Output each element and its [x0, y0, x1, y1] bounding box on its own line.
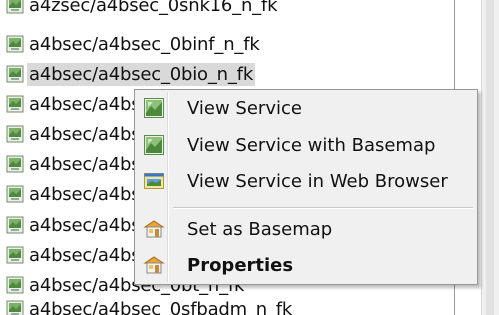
list-item[interactable]: a4bsec/a4bsec_0sfbadm_n_fk — [6, 296, 292, 315]
map-service-icon — [6, 246, 24, 264]
item-label: a4zsec/a4bsec_0snk16_n_fk — [29, 0, 278, 16]
item-label: a4bsec/a4bsec_0binf_n_fk — [29, 33, 260, 55]
map-service-icon — [6, 216, 24, 234]
menu-item-label: View Service in Web Browser — [187, 170, 448, 192]
menu-item-view-service-with-basemap[interactable]: View Service with Basemap — [137, 129, 475, 161]
item-label: a4bsec/a4bsec_0sfbadm_n_fk — [29, 298, 293, 315]
menu-item-label: Properties — [187, 254, 294, 276]
menu-separator — [173, 207, 473, 209]
list-item[interactable]: a4zsec/a4bsec_0snk16_n_fk — [6, 0, 278, 18]
context-menu: View Service View Service with Basemap V… — [134, 89, 478, 285]
view-service-basemap-icon — [144, 135, 164, 155]
menu-item-set-as-basemap[interactable]: Set as Basemap — [137, 213, 475, 245]
list-item[interactable]: a4bsec/a4bsec_0binf_n_fk — [6, 31, 260, 57]
map-service-icon — [6, 185, 24, 203]
menu-item-view-service-web-browser[interactable]: View Service in Web Browser — [137, 165, 475, 197]
map-service-icon — [6, 95, 24, 113]
view-service-icon — [144, 98, 164, 118]
vertical-scrollbar[interactable] — [481, 0, 499, 315]
map-service-icon — [6, 35, 24, 53]
item-label: a4bsec/a4bsec_0bio_n_fk — [27, 62, 256, 86]
map-service-icon — [6, 65, 24, 83]
list-item-selected[interactable]: a4bsec/a4bsec_0bio_n_fk — [6, 61, 256, 87]
scrollbar-track[interactable] — [486, 0, 494, 315]
properties-icon — [143, 256, 165, 274]
menu-item-label: View Service — [187, 97, 302, 119]
basemap-icon — [143, 220, 165, 238]
map-service-icon — [6, 0, 24, 14]
menu-item-properties[interactable]: Properties — [137, 249, 475, 281]
web-browser-icon — [144, 173, 164, 189]
map-service-icon — [6, 300, 24, 315]
map-service-icon — [6, 155, 24, 173]
map-service-icon — [6, 125, 24, 143]
menu-item-label: Set as Basemap — [187, 218, 333, 240]
menu-item-label: View Service with Basemap — [187, 134, 436, 156]
map-service-icon — [6, 276, 24, 294]
menu-item-view-service[interactable]: View Service — [137, 92, 475, 124]
